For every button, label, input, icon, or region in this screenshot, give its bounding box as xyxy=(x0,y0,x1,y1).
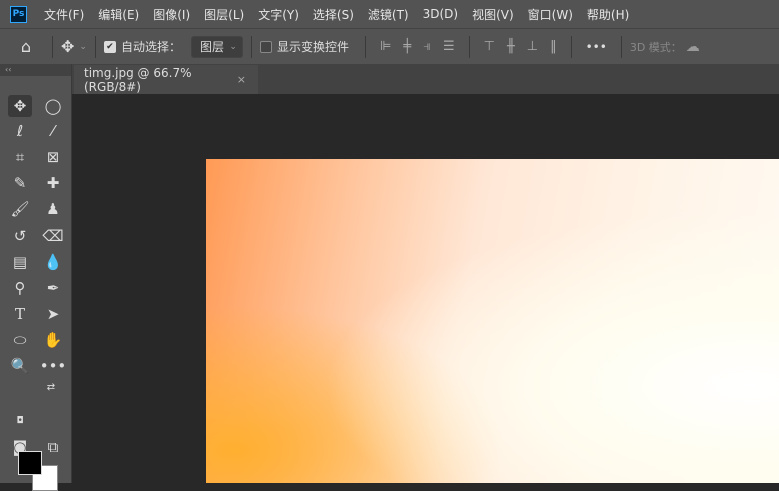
3d-mode-label: 3D 模式： xyxy=(629,40,682,54)
swap-colors-icon[interactable]: ⇄ xyxy=(44,380,58,394)
healing-brush-icon[interactable]: ✚ xyxy=(41,172,65,194)
menu-help[interactable]: 帮助(H) xyxy=(587,6,629,23)
auto-select-label: 自动选择： xyxy=(120,40,181,54)
move-tool-icon[interactable]: ✥ xyxy=(61,37,74,56)
history-brush-icon[interactable]: ↺ xyxy=(8,225,32,247)
eraser-icon[interactable]: ⌫ xyxy=(41,225,65,247)
divider xyxy=(570,35,572,58)
document-canvas-image[interactable] xyxy=(206,159,779,483)
menu-3d[interactable]: 3D(D) xyxy=(423,7,458,21)
layer-select-value: 图层 xyxy=(199,40,224,54)
menu-window[interactable]: 窗口(W) xyxy=(528,6,573,23)
align-bottom-icon[interactable]: ⊥ xyxy=(527,39,538,54)
chevron-down-icon[interactable]: ⌄ xyxy=(79,42,87,52)
menu-filter[interactable]: 滤镜(T) xyxy=(368,6,409,23)
tools-panel: ‹‹ ✥ ◯ ℓ ⁄ ⌗ ⊠ ✎ ✚ 🖌 ♟ ↺ ⌫ ▤ 💧 ⚲ ✒ T ➤ ⬭… xyxy=(0,64,72,491)
ellipse-shape-icon[interactable]: ⬭ xyxy=(8,329,32,351)
divider xyxy=(52,35,53,58)
distribute-icon[interactable]: ☰ xyxy=(443,39,455,54)
path-selection-icon[interactable]: ➤ xyxy=(41,303,65,325)
menu-bar: Ps 文件(F) 编辑(E) 图像(I) 图层(L) 文字(Y) 选择(S) 滤… xyxy=(0,0,779,28)
divider xyxy=(620,35,622,58)
divider xyxy=(250,35,252,58)
hand-icon[interactable]: ✋ xyxy=(41,329,65,351)
document-tab-bar: timg.jpg @ 66.7%(RGB/8#) × xyxy=(72,64,779,94)
photoshop-logo: Ps xyxy=(10,5,27,23)
screen-mode-icon[interactable]: ⧉ xyxy=(41,436,65,458)
align-left-icon[interactable]: ⊫ xyxy=(380,39,391,54)
more-tools-icon[interactable]: ••• xyxy=(40,355,67,377)
pen-icon[interactable]: ✒ xyxy=(41,277,65,299)
brush-icon[interactable]: 🖌 xyxy=(8,198,32,220)
panel-collapse-button[interactable]: ‹‹ xyxy=(0,64,71,76)
menu-type[interactable]: 文字(Y) xyxy=(258,6,299,23)
frame-icon[interactable]: ⊠ xyxy=(41,146,65,168)
align-center-icon[interactable]: ╪ xyxy=(403,39,411,54)
menu-image[interactable]: 图像(I) xyxy=(153,6,190,23)
lasso-icon[interactable]: ℓ xyxy=(8,120,32,142)
divider xyxy=(468,35,470,58)
align-top-icon[interactable]: ⊤ xyxy=(484,39,495,54)
3d-orbit-icon[interactable]: ☁ xyxy=(686,39,700,55)
gradient-icon[interactable]: ▤ xyxy=(8,251,32,273)
menu-file[interactable]: 文件(F) xyxy=(44,6,84,23)
foreground-color-swatch[interactable] xyxy=(18,451,42,475)
menu-edit[interactable]: 编辑(E) xyxy=(98,6,139,23)
align-right-icon[interactable]: ⫣ xyxy=(423,39,431,54)
show-transform-label: 显示变换控件 xyxy=(276,40,349,54)
elliptical-marquee-icon[interactable]: ◯ xyxy=(41,95,65,117)
default-colors-icon[interactable]: ◘ xyxy=(14,415,26,427)
eyedropper-icon[interactable]: ✎ xyxy=(8,172,32,194)
home-icon[interactable]: ⌂ xyxy=(8,37,44,56)
magic-wand-icon[interactable]: ⁄ xyxy=(41,120,65,142)
show-transform-checkbox[interactable] xyxy=(259,40,272,53)
clone-stamp-icon[interactable]: ♟ xyxy=(41,198,65,220)
divider xyxy=(94,35,96,58)
type-icon[interactable]: T xyxy=(8,303,32,325)
dodge-icon[interactable]: ⚲ xyxy=(8,277,32,299)
chevron-down-icon: ⌄ xyxy=(229,41,237,52)
more-options-button[interactable]: ••• xyxy=(586,40,607,54)
menu-view[interactable]: 视图(V) xyxy=(472,6,514,23)
blur-icon[interactable]: 💧 xyxy=(41,251,65,273)
crop-icon[interactable]: ⌗ xyxy=(8,146,32,168)
align-middle-icon[interactable]: ╫ xyxy=(507,39,515,54)
auto-select-checkbox[interactable]: ✔ xyxy=(103,40,116,53)
close-icon[interactable]: × xyxy=(237,73,246,86)
divider xyxy=(364,35,366,58)
zoom-icon[interactable]: 🔍 xyxy=(8,355,32,377)
document-tab[interactable]: timg.jpg @ 66.7%(RGB/8#) × xyxy=(74,65,258,94)
menu-select[interactable]: 选择(S) xyxy=(313,6,354,23)
document-tab-title: timg.jpg @ 66.7%(RGB/8#) xyxy=(84,65,192,94)
distribute-horizontal-icon[interactable]: ‖ xyxy=(550,39,557,54)
move-tool-icon[interactable]: ✥ xyxy=(8,95,32,117)
menu-layer[interactable]: 图层(L) xyxy=(204,6,244,23)
options-bar: ⌂ ✥ ⌄ ✔ 自动选择： 图层 ⌄ 显示变换控件 ⊫ ╪ ⫣ ☰ ⊤ ╫ ⊥ ‖… xyxy=(0,28,779,64)
layer-select-dropdown[interactable]: 图层 ⌄ xyxy=(190,35,243,58)
